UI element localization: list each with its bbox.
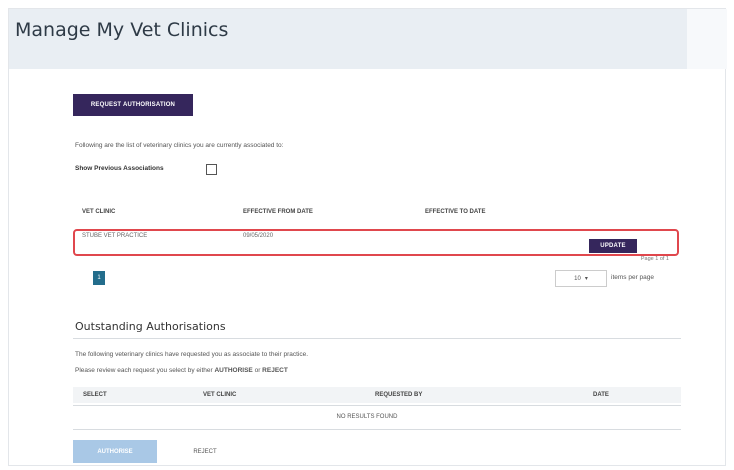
- main-card: Manage My Vet Clinics REQUEST AUTHORISAT…: [8, 8, 727, 466]
- row-clinic-name: STUBE VET PRACTICE: [82, 233, 148, 239]
- col-effective-to[interactable]: EFFECTIVE TO DATE: [425, 209, 485, 215]
- col-vet-clinic[interactable]: VET CLINIC: [82, 209, 115, 215]
- col-date[interactable]: DATE: [593, 392, 609, 398]
- authorise-button[interactable]: AUTHORISE: [73, 440, 157, 463]
- outstanding-intro: The following veterinary clinics have re…: [75, 351, 309, 358]
- items-per-page-label: items per page: [611, 274, 654, 281]
- instruction-reject: REJECT: [262, 367, 288, 374]
- instruction-prefix: Please review each request you select by…: [75, 367, 213, 374]
- page-title: Manage My Vet Clinics: [15, 19, 229, 41]
- table-divider: [73, 405, 681, 406]
- row-from-date: 09/05/2020: [243, 233, 274, 239]
- show-previous-checkbox[interactable]: [206, 164, 217, 175]
- col-effective-from[interactable]: EFFECTIVE FROM DATE: [243, 209, 313, 215]
- section-divider: [73, 338, 681, 339]
- header-side: [687, 9, 727, 69]
- per-page-value: 10: [574, 275, 581, 282]
- col-outstanding-clinic[interactable]: VET CLINIC: [203, 392, 236, 398]
- reject-button[interactable]: REJECT: [165, 440, 245, 463]
- update-button[interactable]: UPDATE: [589, 239, 637, 253]
- chevron-down-icon: ▾: [584, 276, 588, 282]
- items-per-page-select[interactable]: 10 ▾: [555, 270, 607, 287]
- page-1-button[interactable]: 1: [93, 271, 105, 285]
- instruction-or: or: [254, 367, 261, 374]
- outstanding-instruction: Please review each request you select by…: [75, 367, 288, 374]
- table-bottom-divider: [73, 429, 681, 430]
- page-header: Manage My Vet Clinics: [9, 9, 687, 69]
- outstanding-title: Outstanding Authorisations: [75, 320, 226, 333]
- instruction-approve: AUTHORISE: [214, 367, 253, 374]
- request-authorisation-button[interactable]: REQUEST AUTHORISATION: [73, 94, 193, 116]
- associated-intro: Following are the list of veterinary cli…: [75, 142, 284, 149]
- col-requested-by[interactable]: REQUESTED BY: [375, 392, 422, 398]
- col-select[interactable]: SELECT: [83, 392, 107, 398]
- page-info: Page 1 of 1: [640, 256, 669, 262]
- show-previous-label: Show Previous Associations: [75, 165, 164, 172]
- no-results-text: NO RESULTS FOUND: [336, 414, 398, 420]
